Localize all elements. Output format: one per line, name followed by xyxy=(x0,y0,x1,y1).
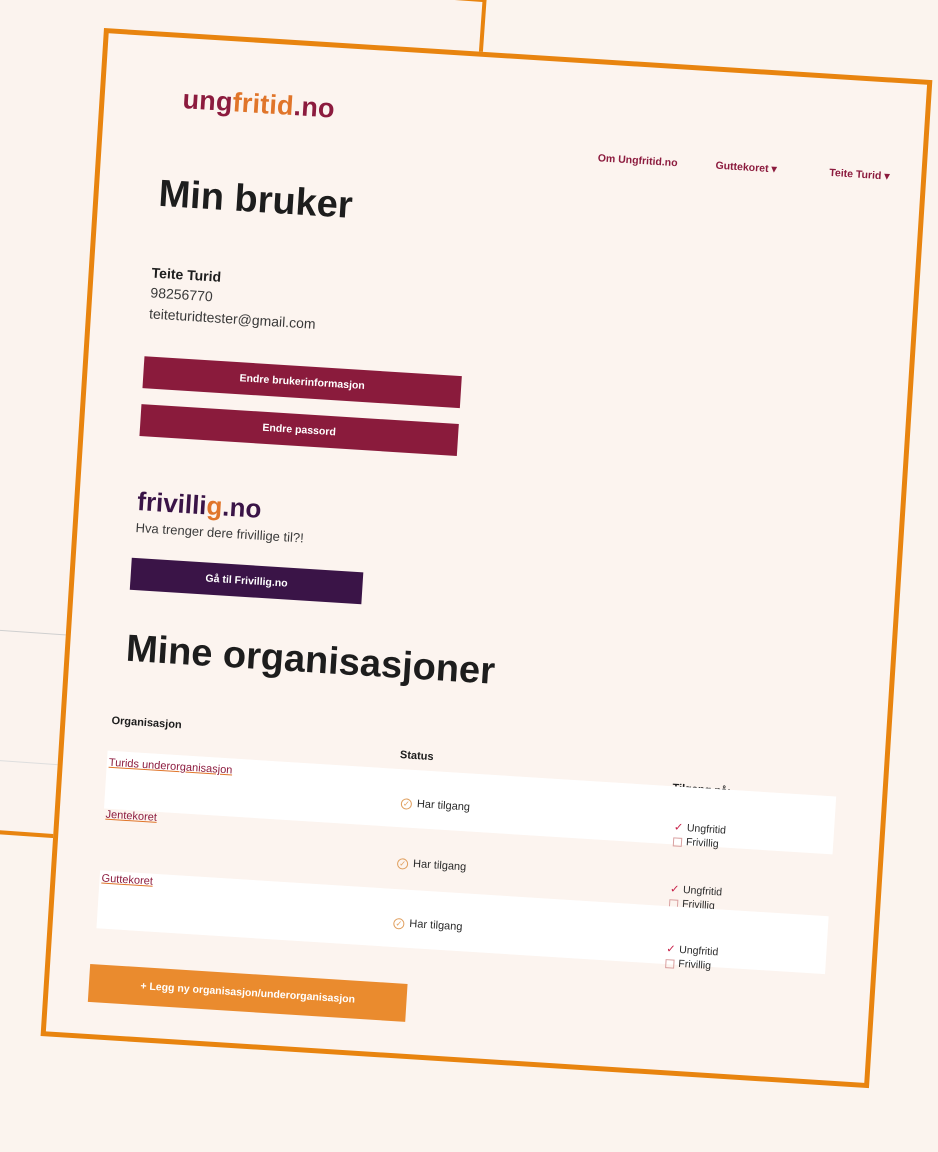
organizations-title: Mine organisasjoner xyxy=(124,627,497,693)
access-cell: ✓ Ungfritid Frivillig xyxy=(672,820,727,851)
add-organization-button[interactable]: + Legg ny organisasjon/underorganisasjon xyxy=(87,963,408,1022)
user-name: Teite Turid xyxy=(151,264,222,285)
checkbox-empty-icon[interactable] xyxy=(665,958,675,969)
user-phone: 98256770 xyxy=(149,284,214,305)
ungfritid-logo[interactable]: ungfritid.no xyxy=(182,84,336,125)
frivillig-logo[interactable]: frivillig.no xyxy=(136,486,262,525)
checkbox-checked-icon[interactable]: ✓ xyxy=(670,882,681,897)
status-cell: ✓ Har tilgang xyxy=(396,857,467,873)
nav-org-dropdown[interactable]: Guttekoret ▾ xyxy=(715,160,777,176)
column-header-status: Status xyxy=(399,749,434,764)
checkbox-checked-icon[interactable]: ✓ xyxy=(666,942,677,957)
column-header-org: Organisasjon xyxy=(111,714,183,732)
checkbox-empty-icon[interactable] xyxy=(672,836,683,847)
page-title: Min bruker xyxy=(157,172,354,227)
profile-page: ungfritid.no Om Ungfritid.no Guttekoret … xyxy=(40,28,933,1089)
check-circle-icon: ✓ xyxy=(393,917,405,930)
check-circle-icon: ✓ xyxy=(400,797,413,810)
org-link-jentekoret[interactable]: Jentekoret xyxy=(105,809,157,824)
access-cell: ✓ Ungfritid Frivillig xyxy=(665,942,719,972)
checkbox-checked-icon[interactable]: ✓ xyxy=(673,820,684,835)
nav-user-dropdown[interactable]: Teite Turid ▾ xyxy=(829,167,890,183)
nav-about-link[interactable]: Om Ungfritid.no xyxy=(597,152,678,169)
change-password-button[interactable]: Endre passord xyxy=(139,404,459,456)
check-circle-icon: ✓ xyxy=(396,857,409,870)
edit-user-info-button[interactable]: Endre brukerinformasjon xyxy=(142,356,462,409)
frivillig-tagline: Hva trenger dere frivillige til?! xyxy=(135,519,305,546)
user-email: teiteturidtester@gmail.com xyxy=(148,305,317,332)
goto-frivillig-button[interactable]: Gå til Frivillig.no xyxy=(129,557,364,605)
